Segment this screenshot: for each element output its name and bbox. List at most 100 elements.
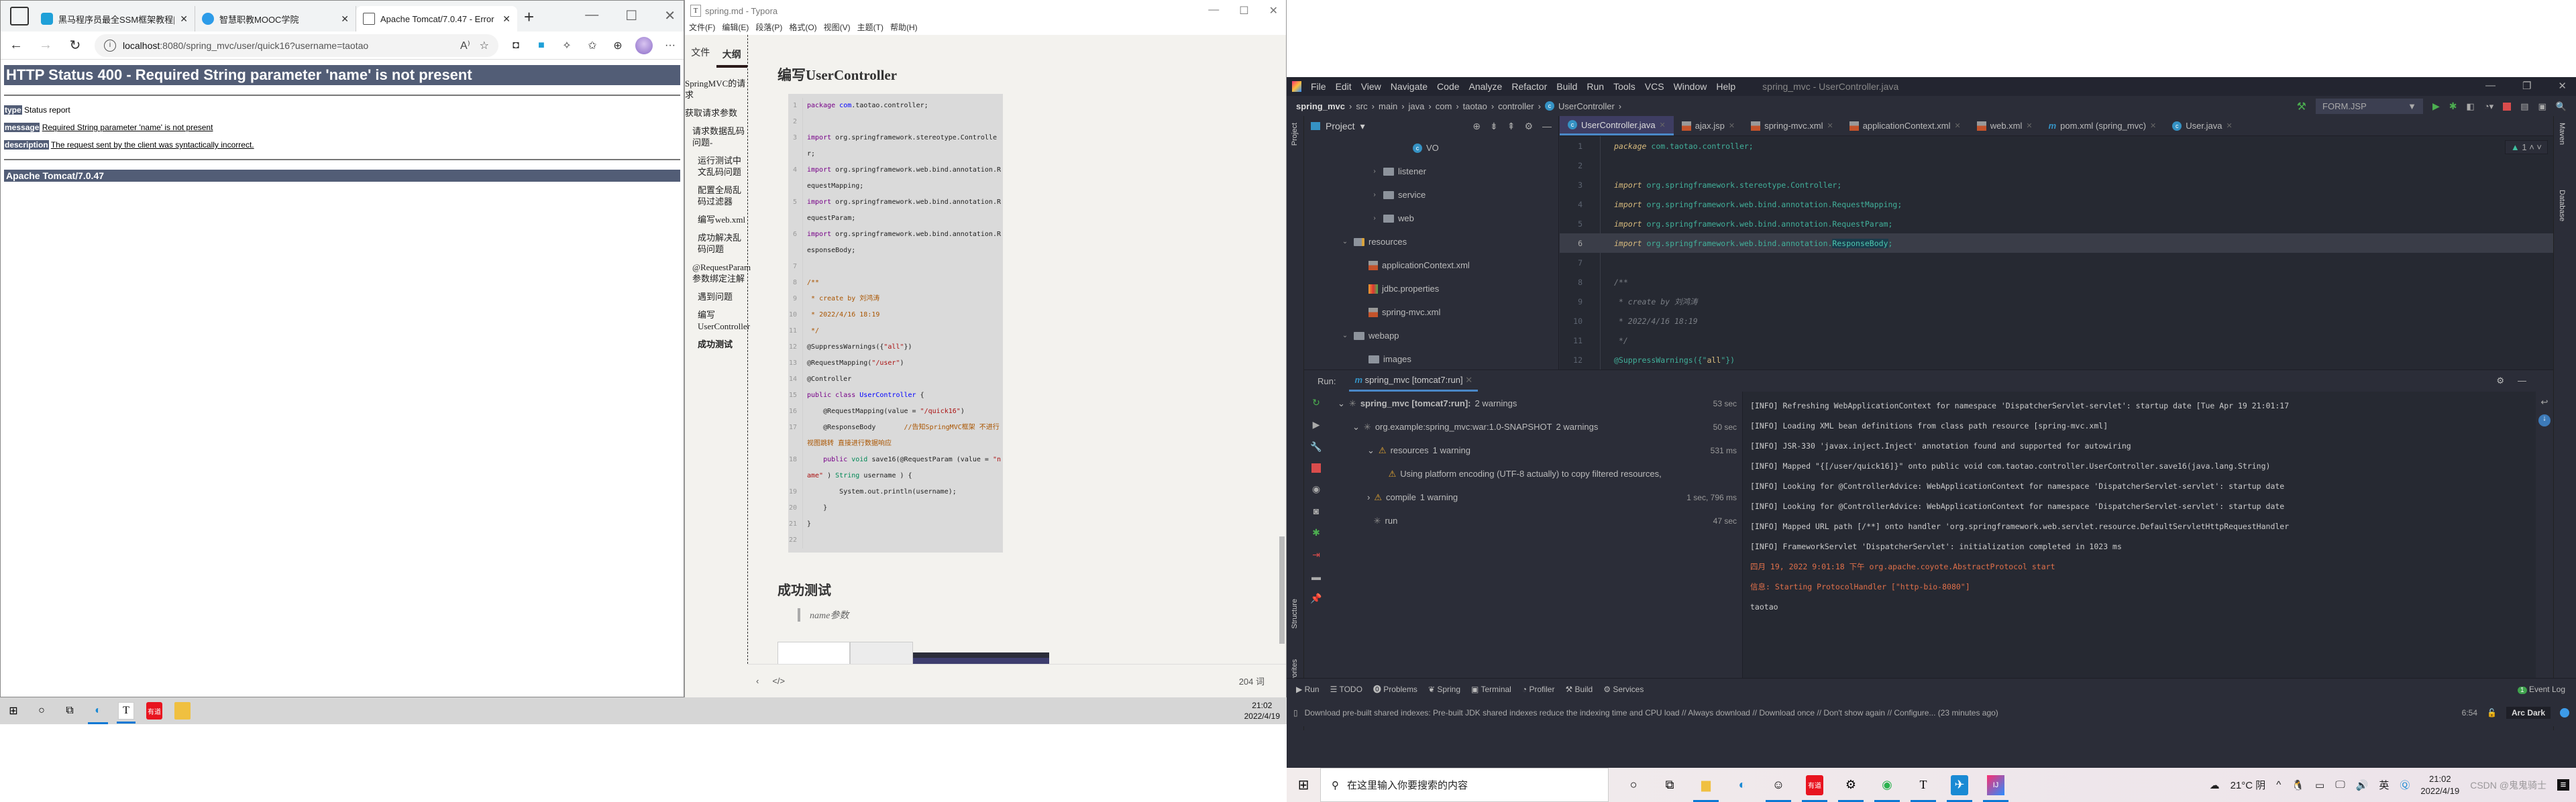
tool-window-services[interactable]: ⚙ Services (1603, 685, 1644, 694)
coverage-icon[interactable]: ◧ (2467, 101, 2475, 112)
tool-window-run[interactable]: ▶ Run (1296, 685, 1320, 694)
search-everywhere-icon[interactable]: 🔍 (2556, 101, 2567, 112)
menu-file[interactable]: File (1311, 81, 1326, 92)
close-icon[interactable]: ✕ (664, 7, 676, 24)
more-menu-icon[interactable]: ··· (662, 40, 678, 52)
edge-icon[interactable]: ◐ (88, 702, 108, 724)
chevron-down-icon[interactable]: ▾ (1360, 121, 1365, 132)
soft-wrap-icon[interactable]: ↩ (2536, 397, 2553, 408)
tool-window-problems[interactable]: ⓿ Problems (1373, 683, 1417, 695)
run-config-select[interactable]: FORM.JSP ▼ (2316, 99, 2424, 114)
volume-icon[interactable]: 🔊 (2356, 779, 2369, 791)
database-tool-button[interactable]: Database (2558, 190, 2566, 221)
tool-window-spring[interactable]: ❦ Spring (1428, 685, 1460, 694)
editor-tab[interactable]: c User.java ✕ (2164, 116, 2240, 135)
build-node[interactable]: ✳ run 47 sec (1328, 509, 1742, 532)
menu-file[interactable]: 文件(F) (689, 21, 715, 35)
close-tab-icon[interactable]: ✕ (2226, 121, 2232, 130)
browser-tab-0[interactable]: 黑马程序员最全SSM框架教程|Sp ✕ (34, 6, 195, 32)
tool-window-terminal[interactable]: ▣ Terminal (1471, 685, 1511, 694)
maximize-icon[interactable]: ☐ (1239, 4, 1248, 17)
outline-item[interactable]: @RequestParam参数绑定注解 (685, 262, 751, 284)
address-bar[interactable]: i localhost:8080/spring_mvc/user/quick16… (95, 34, 498, 57)
chevron-up-icon[interactable]: ˄ (2529, 142, 2534, 152)
status-message[interactable]: Download pre-built shared indexes: Pre-b… (1305, 708, 1998, 718)
extension-icon[interactable]: ◘ (508, 40, 524, 52)
file-explorer-icon[interactable] (174, 702, 191, 720)
build-node[interactable]: ⌄ ⚠ resources 1 warning 531 ms (1328, 439, 1742, 462)
menu-code[interactable]: Code (1437, 81, 1459, 92)
breadcrumb-item[interactable]: com (1436, 101, 1452, 111)
menu-view[interactable]: View (1361, 81, 1381, 92)
profile-icon[interactable]: ◔▾ (2484, 101, 2493, 112)
menu-help[interactable]: 帮助(H) (890, 21, 918, 35)
eye-icon[interactable]: ◉ (1312, 483, 1320, 495)
menu-vcs[interactable]: VCS (1645, 81, 1664, 92)
editor-tab[interactable]: m pom.xml (spring_mvc) ✕ (2041, 116, 2165, 135)
wrench-icon[interactable]: 🔧 (1310, 441, 1322, 453)
outline-item[interactable]: 配置全局乱码过滤器 (685, 184, 747, 207)
scrollbar[interactable] (1279, 536, 1285, 644)
collapse-all-icon[interactable]: ⇞ (1507, 121, 1515, 132)
menu-format[interactable]: 格式(O) (789, 21, 816, 35)
file-explorer-icon[interactable]: ▆ (1693, 775, 1719, 802)
outline-item[interactable]: SpringMVC的请求 (685, 78, 747, 101)
stop-icon[interactable] (1311, 463, 1321, 473)
close-icon[interactable]: ✕ (2558, 80, 2567, 92)
tab-files[interactable]: 文件 (685, 40, 716, 59)
theme-label[interactable]: Arc Dark (2506, 707, 2551, 719)
outline-item[interactable]: 运行测试中文乱码问题 (685, 155, 747, 178)
breadcrumb-item[interactable]: spring_mvc (1296, 101, 1345, 111)
close-tab-icon[interactable]: ✕ (2150, 121, 2156, 130)
menu-refactor[interactable]: Refactor (1511, 81, 1547, 92)
input-method[interactable]: 英 (2379, 778, 2389, 792)
tree-node[interactable]: images (1304, 347, 1558, 371)
stop-icon[interactable] (2503, 102, 2512, 111)
tree-node[interactable]: ⌄ webapp (1304, 324, 1558, 347)
tool-window-profiler[interactable]: ◔ Profiler (1522, 685, 1555, 694)
close-tab-icon[interactable]: ✕ (180, 13, 188, 25)
editor-tab[interactable]: applicationContext.xml ✕ (1841, 116, 1969, 135)
outline-item[interactable]: 编写web.xml (685, 214, 747, 225)
minimize-icon[interactable]: — (585, 7, 598, 24)
toggle-sidebar-icon[interactable]: ‹ (756, 676, 759, 686)
structure-tool-button[interactable]: Structure (1291, 599, 1299, 629)
run-icon[interactable]: ▶ (2432, 101, 2440, 112)
run-tab[interactable]: m spring_mvc [tomcat7:run] ✕ (1349, 371, 1479, 392)
event-log-button[interactable]: 1 Event Log (2518, 685, 2576, 694)
notification-center-icon[interactable]: ≡ (2557, 779, 2569, 791)
tool-window-todo[interactable]: ☰ TODO (1330, 685, 1362, 694)
battery-icon[interactable]: ▭ (2315, 779, 2324, 791)
tree-node[interactable]: applicationContext.xml (1304, 253, 1558, 277)
menu-analyze[interactable]: Analyze (1469, 81, 1503, 92)
close-tab-icon[interactable]: ✕ (502, 13, 511, 25)
hide-panel-icon[interactable]: — (2518, 376, 2526, 386)
layout-icon[interactable]: ▬ (1311, 571, 1321, 582)
menu-edit[interactable]: 编辑(E) (722, 21, 749, 35)
minimize-icon[interactable]: — (2485, 80, 2496, 92)
breadcrumb-item[interactable]: main (1379, 101, 1397, 111)
source-code-mode-icon[interactable]: </> (772, 676, 785, 686)
qq-icon[interactable]: 🐧 (2292, 779, 2304, 791)
tab-actions-icon[interactable] (10, 7, 29, 25)
taskbar-clock[interactable]: 21:02 2022/4/19 (1244, 700, 1280, 722)
build-node[interactable]: ⚠ Using platform encoding (UTF-8 actually… (1328, 462, 1742, 485)
collections-icon[interactable]: ⊕ (610, 39, 626, 52)
add-favorite-icon[interactable]: ☆ (480, 39, 489, 52)
editor-tab[interactable]: spring-mvc.xml ✕ (1743, 116, 1841, 135)
youdao-icon[interactable]: 有道 (1802, 775, 1827, 802)
windows-start-icon[interactable]: ⊞ (1287, 777, 1320, 793)
settings-gear-icon[interactable]: ⚙ (1524, 121, 1533, 132)
hide-panel-icon[interactable]: — (1542, 121, 1552, 132)
cursor-position[interactable]: 6:54 (2462, 708, 2477, 718)
toggle-tree-icon[interactable]: ▶ (1313, 419, 1320, 431)
app-tray-icon[interactable]: Ⓠ (2400, 778, 2410, 792)
profile-avatar[interactable] (635, 36, 653, 54)
close-tab-icon[interactable]: ✕ (341, 13, 349, 25)
tree-node[interactable]: › listener (1304, 160, 1558, 183)
maximize-icon[interactable]: ☐ (625, 7, 637, 24)
lock-icon[interactable]: 🔓 (2487, 708, 2497, 718)
build-node[interactable]: ⌄ ✳ org.example:spring_mvc:war:1.0-SNAPSHO… (1328, 415, 1742, 439)
tree-node[interactable]: ⌄ resources (1304, 230, 1558, 253)
back-icon[interactable]: ← (6, 38, 26, 53)
